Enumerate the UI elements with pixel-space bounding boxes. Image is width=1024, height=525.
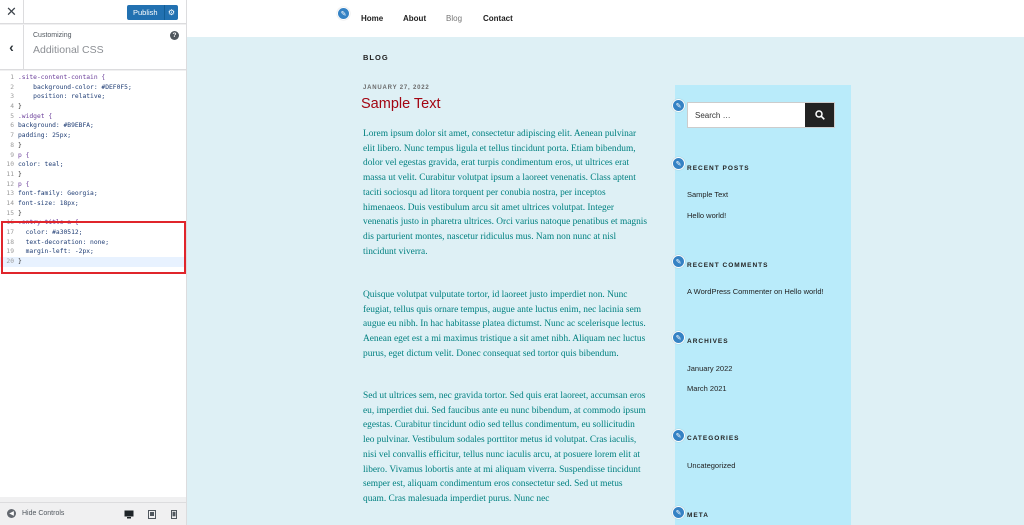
hide-controls-label: Hide Controls bbox=[22, 510, 65, 517]
recent-comments-title: RECENT COMMENTS bbox=[687, 262, 769, 269]
desktop-preview-icon[interactable] bbox=[124, 509, 134, 519]
chevron-left-icon: ‹ bbox=[9, 39, 14, 55]
code-line: 10 color: teal; bbox=[6, 161, 64, 169]
code-line: 12 p { bbox=[6, 180, 30, 188]
code-line: 6 background: #B9EBFA; bbox=[10, 122, 94, 130]
code-line: 14 font-size: 18px; bbox=[6, 199, 79, 207]
back-button[interactable]: ‹ bbox=[0, 25, 24, 69]
nav-contact[interactable]: Contact bbox=[483, 14, 513, 23]
site-navigation: ✎ Home About Blog Contact bbox=[187, 0, 1024, 37]
code-line: 18 text-decoration: none; bbox=[6, 238, 109, 246]
post-paragraph: Quisque volutpat vulputate tortor, id la… bbox=[363, 290, 646, 359]
categories-title: CATEGORIES bbox=[687, 435, 740, 442]
code-line-active: 20} bbox=[0, 257, 186, 267]
mobile-preview-icon[interactable] bbox=[169, 509, 179, 519]
edit-widget-pencil-icon[interactable]: ✎ bbox=[672, 331, 685, 344]
post-paragraph: Lorem ipsum dolor sit amet, consectetur … bbox=[363, 129, 648, 257]
customizer-sidebar: ✕ Publish ⚙ ‹ Customizing Additional CSS… bbox=[0, 0, 187, 525]
code-line: 4} bbox=[10, 103, 22, 111]
nav-home[interactable]: Home bbox=[361, 14, 383, 23]
comment-post-link[interactable]: Hello world! bbox=[784, 287, 823, 296]
code-line: 17 color: #a30512; bbox=[6, 229, 83, 236]
widget-sidebar: ✎ ✎ RECENT POSTS Sample Text Hello world… bbox=[672, 85, 851, 525]
nav-blog[interactable]: Blog bbox=[446, 14, 462, 23]
code-line: 1 .site-content-contain { bbox=[10, 74, 106, 81]
post-title-link[interactable]: Sample Text bbox=[361, 96, 441, 112]
customizing-label: Customizing bbox=[33, 32, 72, 39]
page-title: BLOG bbox=[363, 53, 389, 62]
code-line: 11} bbox=[6, 170, 22, 178]
archive-link[interactable]: March 2021 bbox=[687, 384, 727, 393]
hide-controls-button[interactable]: ◀ Hide Controls bbox=[7, 509, 64, 518]
code-line: 7 padding: 25px; bbox=[10, 132, 72, 140]
code-line: 16 .entry-title a { bbox=[6, 219, 79, 227]
recent-comment-item: A WordPress Commenter on Hello world! bbox=[687, 287, 824, 296]
site-preview: ✎ Home About Blog Contact BLOG JANUARY 2… bbox=[187, 0, 1024, 525]
recent-post-link[interactable]: Sample Text bbox=[687, 190, 728, 199]
search-input[interactable] bbox=[688, 103, 806, 127]
edit-widget-pencil-icon[interactable]: ✎ bbox=[672, 506, 685, 519]
code-line: 15} bbox=[6, 209, 22, 217]
category-link[interactable]: Uncategorized bbox=[687, 461, 735, 470]
close-customizer-button[interactable]: ✕ bbox=[0, 0, 24, 24]
code-line: 3 position: relative; bbox=[10, 93, 106, 101]
recent-post-link[interactable]: Hello world! bbox=[687, 211, 726, 220]
edit-widget-pencil-icon[interactable]: ✎ bbox=[672, 99, 685, 112]
code-line: 5 .widget { bbox=[10, 112, 53, 120]
publish-settings-gear-icon[interactable]: ⚙ bbox=[164, 5, 178, 20]
code-line: 13 font-family: Georgia; bbox=[6, 190, 98, 198]
edit-widget-pencil-icon[interactable]: ✎ bbox=[672, 255, 685, 268]
search-widget bbox=[687, 102, 835, 128]
collapse-arrow-icon: ◀ bbox=[7, 509, 16, 518]
customizer-footer: ◀ Hide Controls bbox=[0, 502, 186, 525]
help-icon[interactable]: ? bbox=[170, 31, 179, 40]
section-header: ‹ Customizing Additional CSS ? bbox=[0, 25, 186, 70]
code-line: 8} bbox=[10, 141, 22, 149]
post-paragraph: Sed ut ultrices sem, nec gravida tortor.… bbox=[363, 391, 646, 504]
recent-posts-title: RECENT POSTS bbox=[687, 165, 750, 172]
section-title: Additional CSS bbox=[33, 44, 104, 56]
archive-link[interactable]: January 2022 bbox=[687, 364, 732, 373]
close-icon: ✕ bbox=[6, 4, 17, 19]
nav-about[interactable]: About bbox=[403, 14, 426, 23]
customizer-header: ✕ Publish ⚙ bbox=[0, 0, 186, 24]
code-line: 19 margin-left: -2px; bbox=[6, 248, 94, 256]
search-icon bbox=[814, 110, 825, 120]
publish-button[interactable]: Publish ⚙ bbox=[127, 5, 178, 20]
comment-on: on bbox=[773, 287, 783, 296]
comment-author[interactable]: A WordPress Commenter bbox=[687, 287, 772, 296]
edit-widget-pencil-icon[interactable]: ✎ bbox=[672, 429, 685, 442]
tablet-preview-icon[interactable] bbox=[147, 509, 157, 519]
meta-title: META bbox=[687, 512, 709, 519]
code-line: 9p { bbox=[10, 151, 30, 159]
code-line: 2 background-color: #DEF0F5; bbox=[10, 83, 132, 91]
publish-label: Publish bbox=[133, 8, 158, 17]
edit-menu-pencil-icon[interactable]: ✎ bbox=[337, 7, 350, 20]
search-button[interactable] bbox=[805, 103, 834, 127]
css-code-editor[interactable]: 1 .site-content-contain { 2 background-co… bbox=[0, 71, 186, 497]
archives-title: ARCHIVES bbox=[687, 338, 729, 345]
edit-widget-pencil-icon[interactable]: ✎ bbox=[672, 157, 685, 170]
post-date[interactable]: JANUARY 27, 2022 bbox=[363, 85, 430, 91]
